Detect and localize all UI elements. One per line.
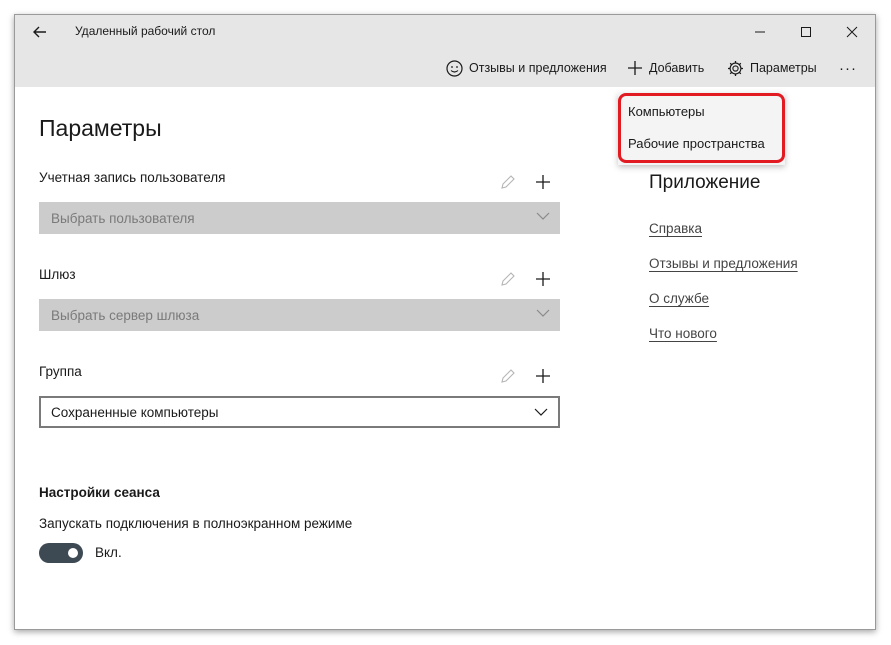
user-account-label: Учетная запись пользователя	[39, 170, 226, 185]
chevron-down-icon	[534, 408, 548, 416]
command-bar: Отзывы и предложения Добавить Параметры …	[15, 49, 875, 87]
title-bar: Удаленный рабочий стол	[15, 15, 875, 49]
add-group-button[interactable]	[533, 366, 553, 386]
plus-icon	[628, 61, 642, 75]
fullscreen-label: Запускать подключения в полноэкранном ре…	[39, 516, 353, 531]
app-section-title: Приложение	[649, 172, 761, 193]
highlight-frame	[618, 93, 785, 163]
minimize-icon	[755, 31, 765, 33]
pencil-icon	[501, 175, 515, 189]
feedback-button[interactable]: Отзывы и предложения	[446, 55, 607, 81]
feedback-link[interactable]: Отзывы и предложения	[649, 256, 798, 271]
edit-group-button[interactable]	[498, 366, 518, 386]
app-window: Удаленный рабочий стол Отзывы и предложе…	[14, 14, 876, 630]
maximize-icon	[801, 27, 811, 37]
more-button[interactable]: ···	[839, 55, 857, 81]
close-icon	[846, 26, 858, 38]
edit-user-button[interactable]	[498, 172, 518, 192]
toggle-state-label: Вкл.	[95, 545, 122, 560]
session-settings-title: Настройки сеанса	[39, 485, 160, 500]
group-select-value: Сохраненные компьютеры	[51, 404, 219, 420]
settings-button[interactable]: Параметры	[727, 55, 817, 81]
about-link[interactable]: О службе	[649, 291, 709, 306]
page-title: Параметры	[39, 115, 162, 141]
plus-icon	[536, 272, 550, 286]
group-select[interactable]: Сохраненные компьютеры	[39, 396, 560, 428]
smiley-icon	[446, 59, 463, 77]
add-gateway-button[interactable]	[533, 269, 553, 289]
user-select[interactable]: Выбрать пользователя	[39, 202, 560, 234]
pencil-icon	[501, 272, 515, 286]
window-title: Удаленный рабочий стол	[75, 24, 216, 38]
add-button[interactable]: Добавить	[627, 55, 704, 81]
group-label: Группа	[39, 364, 82, 379]
edit-gateway-button[interactable]	[498, 269, 518, 289]
gateway-select-placeholder: Выбрать сервер шлюза	[51, 307, 200, 323]
add-label: Добавить	[649, 61, 705, 75]
close-button[interactable]	[829, 15, 875, 49]
help-link[interactable]: Справка	[649, 221, 702, 236]
pencil-icon	[501, 369, 515, 383]
gateway-label: Шлюз	[39, 267, 76, 282]
gateway-select[interactable]: Выбрать сервер шлюза	[39, 299, 560, 331]
user-select-placeholder: Выбрать пользователя	[51, 210, 195, 226]
plus-icon	[536, 369, 550, 383]
gear-icon	[728, 60, 743, 76]
toggle-knob	[68, 548, 78, 558]
back-arrow-icon	[33, 26, 46, 38]
plus-icon	[536, 175, 550, 189]
back-button[interactable]	[27, 19, 53, 45]
maximize-button[interactable]	[783, 15, 829, 49]
minimize-button[interactable]	[737, 15, 783, 49]
feedback-label: Отзывы и предложения	[469, 61, 607, 75]
add-user-button[interactable]	[533, 172, 553, 192]
settings-label: Параметры	[750, 61, 817, 75]
whats-new-link[interactable]: Что нового	[649, 326, 717, 341]
chevron-down-icon	[536, 309, 550, 317]
fullscreen-toggle[interactable]	[39, 543, 83, 563]
chevron-down-icon	[536, 212, 550, 220]
